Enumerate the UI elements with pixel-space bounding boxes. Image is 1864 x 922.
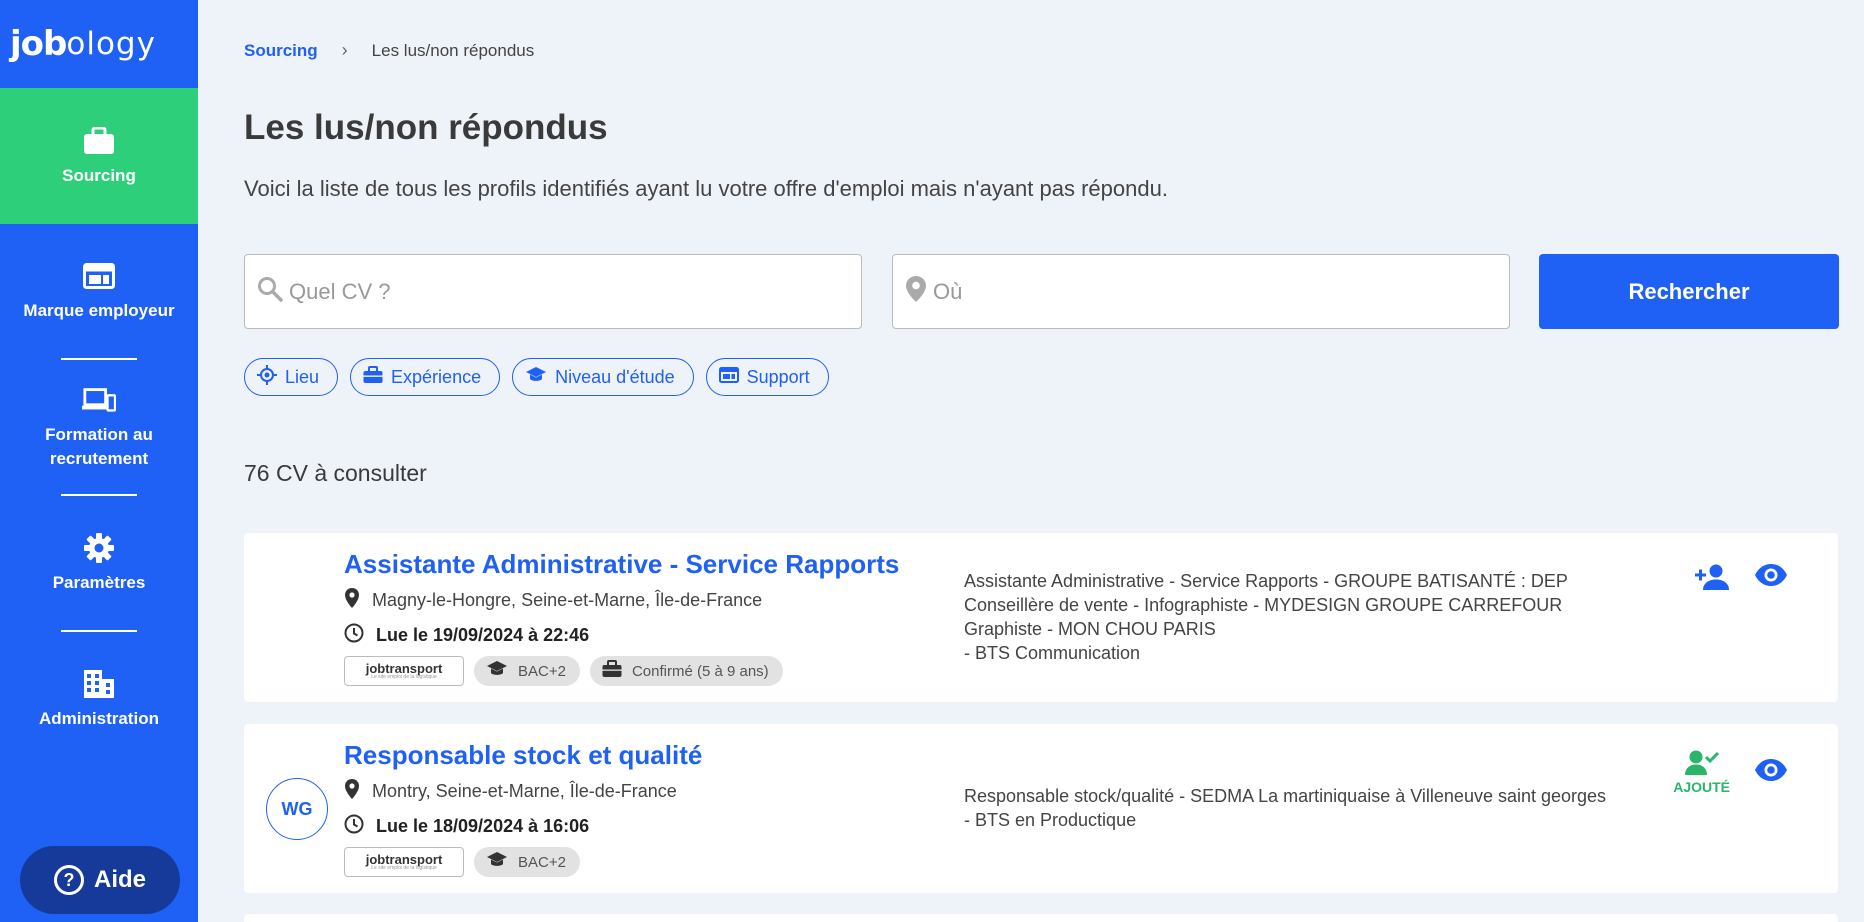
filter-chip-lieu[interactable]: Lieu: [244, 358, 339, 396]
avatar: WG: [266, 778, 328, 840]
chevron-right-icon: ›: [341, 40, 348, 60]
location-pin-icon: [344, 587, 360, 614]
sidebar-item-label: Paramètres: [52, 573, 146, 592]
description-line: - BTS en Productique: [964, 810, 1137, 830]
sidebar: job ology Sourcing Marque employeur Forma…: [0, 0, 198, 922]
person-add-icon: [1694, 563, 1730, 596]
cv-card-read-date: Lue le 18/09/2024 à 16:06: [344, 814, 589, 839]
briefcase-icon: [602, 660, 622, 682]
jobology-logo[interactable]: job ology: [0, 0, 198, 88]
source-logo-jobtransport: jobtransport Le site emploi de la logist…: [344, 656, 464, 686]
help-label: Aide: [93, 866, 146, 893]
page-subtitle: Voici la liste de tous les profils ident…: [244, 176, 1168, 201]
person-check-icon: [1684, 748, 1719, 781]
sidebar-item-marque-employeur[interactable]: Marque employeur: [0, 224, 198, 358]
graduation-cap-icon: [525, 366, 547, 389]
sidebar-item-label: Marque employeur: [23, 301, 175, 320]
location-search-field: [892, 254, 1510, 329]
description-line: Responsable stock/qualité - SEDMA La mar…: [964, 786, 1607, 806]
breadcrumb: Sourcing › Les lus/non répondus: [244, 40, 534, 61]
graduation-cap-icon: [486, 851, 508, 873]
view-profile-button[interactable]: [1754, 758, 1788, 787]
sidebar-item-sourcing[interactable]: Sourcing: [0, 88, 198, 224]
tag-label: BAC+2: [518, 853, 566, 871]
location-text: Montry, Seine-et-Marne, Île-de-France: [372, 781, 677, 801]
education-tag: BAC+2: [474, 847, 580, 877]
cv-card-tags: jobtransport Le site emploi de la logist…: [344, 847, 580, 877]
read-date-text: Lue le 19/09/2024 à 22:46: [376, 625, 590, 645]
filter-chips: Lieu Expérience Niveau d'étude Support: [244, 358, 829, 396]
source-logo-jobtransport: jobtransport Le site emploi de la logist…: [344, 847, 464, 877]
crosshair-icon: [257, 364, 277, 390]
cv-card-actions: AJOUTÉ: [1673, 748, 1788, 795]
cv-card-location: Magny-le-Hongre, Seine-et-Marne, Île-de-…: [344, 587, 762, 614]
education-tag: BAC+2: [474, 656, 580, 686]
browser-window-icon: [82, 259, 116, 293]
sidebar-item-label: Administration: [39, 709, 159, 728]
description-line: - BTS Communication: [964, 643, 1141, 663]
page-title: Les lus/non répondus: [244, 108, 608, 147]
filter-chip-experience[interactable]: Expérience: [350, 358, 501, 396]
briefcase-icon: [82, 124, 116, 158]
cv-card-tags: jobtransport Le site emploi de la logist…: [344, 656, 783, 686]
browser-window-icon: [718, 366, 739, 388]
sidebar-item-label: Sourcing: [62, 166, 136, 185]
logo-thin-text: ology: [66, 26, 156, 62]
help-button[interactable]: ? Aide: [20, 846, 180, 914]
location-pin-icon: [344, 778, 360, 805]
cv-search-field: [244, 254, 862, 329]
sidebar-item-formation[interactable]: Formation au recrutement: [0, 360, 198, 494]
location-text: Magny-le-Hongre, Seine-et-Marne, Île-de-…: [372, 590, 763, 610]
experience-tag: Confirmé (5 à 9 ans): [589, 656, 783, 686]
gear-icon: [82, 531, 116, 565]
chip-label: Expérience: [391, 366, 482, 387]
location-pin-icon: [905, 275, 927, 308]
eye-icon: [1754, 758, 1788, 787]
eye-icon: [1754, 563, 1788, 592]
chip-label: Lieu: [285, 366, 320, 387]
cv-card: WG Responsable stock et qualité Montry, …: [244, 724, 1838, 893]
building-icon: [82, 667, 116, 701]
description-line: Graphiste - MON CHOU PARIS: [964, 619, 1216, 639]
logo-bold-text: job: [10, 24, 67, 64]
cv-card-actions: [1694, 563, 1788, 596]
added-candidate-indicator[interactable]: AJOUTÉ: [1673, 748, 1730, 795]
read-date-text: Lue le 18/09/2024 à 16:06: [376, 816, 590, 836]
results-count: 76 CV à consulter: [244, 460, 427, 486]
sidebar-item-label: Formation au recrutement: [45, 425, 153, 468]
tag-label: BAC+2: [518, 662, 566, 680]
search-icon: [257, 276, 283, 307]
tag-label: Confirmé (5 à 9 ans): [631, 662, 769, 680]
cv-card-title[interactable]: Assistante Administrative - Service Rapp…: [344, 549, 899, 580]
devices-icon: [82, 383, 116, 417]
location-search-input[interactable]: [933, 278, 1433, 305]
cv-card-title[interactable]: Responsable stock et qualité: [344, 740, 702, 771]
description-line: Assistante Administrative - Service Rapp…: [964, 571, 1568, 591]
sidebar-item-administration[interactable]: Administration: [0, 632, 198, 766]
cv-card: Assistante Administrative - Service Rapp…: [244, 533, 1838, 702]
cv-card: [244, 914, 1838, 922]
briefcase-icon: [363, 365, 383, 389]
search-button[interactable]: Rechercher: [1539, 254, 1839, 329]
added-label: AJOUTÉ: [1673, 779, 1730, 795]
cv-search-input[interactable]: [289, 278, 789, 305]
view-profile-button[interactable]: [1754, 563, 1788, 592]
add-candidate-button[interactable]: [1694, 563, 1730, 596]
question-icon: ?: [53, 865, 84, 895]
chip-label: Support: [746, 366, 810, 387]
filter-chip-support[interactable]: Support: [705, 358, 829, 396]
graduation-cap-icon: [486, 660, 508, 682]
cv-card-read-date: Lue le 19/09/2024 à 22:46: [344, 623, 589, 648]
sidebar-item-parametres[interactable]: Paramètres: [0, 496, 198, 630]
breadcrumb-current: Les lus/non répondus: [371, 40, 535, 60]
clock-icon: [344, 814, 364, 839]
chip-label: Niveau d'étude: [555, 366, 675, 387]
breadcrumb-link-sourcing[interactable]: Sourcing: [244, 41, 318, 61]
filter-chip-niveau-etude[interactable]: Niveau d'étude: [512, 358, 694, 396]
clock-icon: [344, 623, 364, 648]
cv-card-description: Responsable stock/qualité - SEDMA La mar…: [964, 784, 1664, 832]
cv-card-description: Assistante Administrative - Service Rapp…: [964, 569, 1664, 665]
cv-card-location: Montry, Seine-et-Marne, Île-de-France: [344, 778, 677, 805]
description-line: Conseillère de vente - Infographiste - M…: [964, 595, 1563, 615]
